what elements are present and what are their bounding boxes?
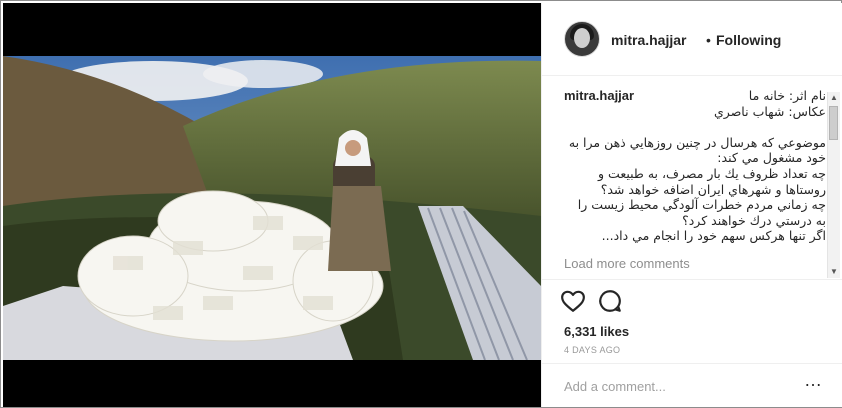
add-comment-input[interactable] (562, 374, 796, 398)
post-photo[interactable] (3, 3, 541, 407)
avatar[interactable] (564, 21, 600, 57)
more-options-icon[interactable]: … (804, 371, 822, 394)
landscape-photo (3, 56, 541, 360)
load-more-comments-link[interactable]: Load more comments (564, 256, 690, 271)
scroll-up-arrow-icon[interactable]: ▲ (829, 92, 839, 104)
comment-bubble-icon[interactable] (597, 288, 623, 314)
scroll-down-arrow-icon[interactable]: ▼ (829, 266, 839, 278)
scrollbar-thumb[interactable] (829, 106, 838, 140)
post-header: mitra.hajjar • Following (542, 3, 842, 76)
comments-section: mitra.hajjar نام اثر: خانه ما عكاس: شهاب… (542, 76, 842, 279)
post-dialog: mitra.hajjar • Following mitra.hajjar نا… (0, 0, 842, 408)
post-timestamp[interactable]: 4 DAYS AGO (564, 345, 620, 355)
post-sidebar: mitra.hajjar • Following mitra.hajjar نا… (541, 3, 842, 407)
post-actions: 6,331 likes 4 DAYS AGO (542, 279, 842, 370)
username-link[interactable]: mitra.hajjar (611, 32, 686, 48)
separator-dot: • (706, 32, 711, 48)
add-comment-bar: … (542, 363, 842, 408)
avatar-face (574, 28, 590, 48)
following-button[interactable]: Following (716, 32, 781, 48)
heart-icon[interactable] (560, 288, 586, 314)
comments-scrollbar[interactable]: ▲ ▼ (827, 92, 840, 278)
likes-count[interactable]: 6,331 likes (564, 324, 629, 339)
caption-text: نام اثر: خانه ما عكاس: شهاب ناصري موضوعي… (568, 88, 826, 244)
